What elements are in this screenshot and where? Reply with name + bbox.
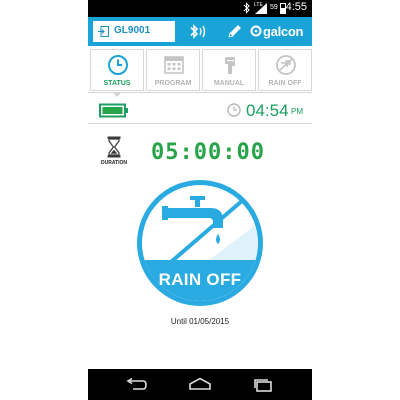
hourglass-icon — [107, 136, 121, 158]
tab-status-label: STATUS — [103, 80, 131, 87]
tab-rain-off[interactable]: RAIN OFF — [258, 49, 312, 91]
device-selector[interactable]: GL9001 — [93, 21, 175, 42]
duration-value: 05:00:00 — [151, 140, 265, 165]
rain-off-until-text: Until 01/05/2015 — [170, 317, 230, 326]
calendar-icon — [164, 56, 184, 74]
device-connect-icon — [98, 26, 109, 37]
controller-battery-icon — [99, 103, 128, 118]
tab-program-label: PROGRAM — [154, 80, 192, 87]
signal-icon — [255, 3, 267, 14]
tab-rain-off-label: RAIN OFF — [268, 80, 302, 87]
bluetooth-connected-icon[interactable] — [189, 23, 207, 40]
controller-time: 04:54 — [246, 101, 289, 120]
clock-icon — [108, 55, 128, 75]
tab-program[interactable]: PROGRAM — [146, 49, 200, 91]
device-name: GL9001 — [114, 25, 151, 36]
controller-time-ampm: PM — [291, 107, 303, 116]
battery-percent: 59 — [270, 4, 278, 11]
recent-apps-icon[interactable] — [253, 378, 273, 392]
main-tabs: STATUS PROGRAM MANUAL RAIN OFF — [88, 46, 312, 93]
brand-name: galcon — [263, 24, 304, 39]
app-screen: LTE 59 4:55 GL9001 galcon STATUS PROGRAM… — [88, 0, 312, 400]
home-icon[interactable] — [188, 377, 212, 391]
tab-manual-label: MANUAL — [213, 80, 245, 87]
tab-manual[interactable]: MANUAL — [202, 49, 256, 91]
app-header: GL9001 galcon — [88, 17, 312, 46]
system-time: 4:55 — [285, 1, 307, 13]
galcon-logo: galcon — [250, 23, 312, 40]
back-icon[interactable] — [125, 378, 147, 392]
galcon-logo-mark-icon — [250, 25, 262, 37]
rain-off-label: RAIN OFF — [158, 270, 242, 289]
rain-off-icon — [276, 55, 296, 75]
rain-off-badge[interactable]: RAIN OFF — [135, 178, 265, 308]
system-navigation-bar — [88, 369, 312, 400]
controller-clock-icon — [227, 103, 241, 117]
system-status-bar: LTE 59 4:55 — [88, 0, 312, 17]
edit-pen-icon[interactable] — [226, 22, 244, 40]
duration-label: DURATION — [100, 160, 127, 166]
controller-info-row: 04:54 PM — [88, 97, 312, 124]
hand-icon — [225, 57, 235, 74]
tab-status[interactable]: STATUS — [90, 49, 144, 91]
bluetooth-icon — [243, 2, 250, 14]
